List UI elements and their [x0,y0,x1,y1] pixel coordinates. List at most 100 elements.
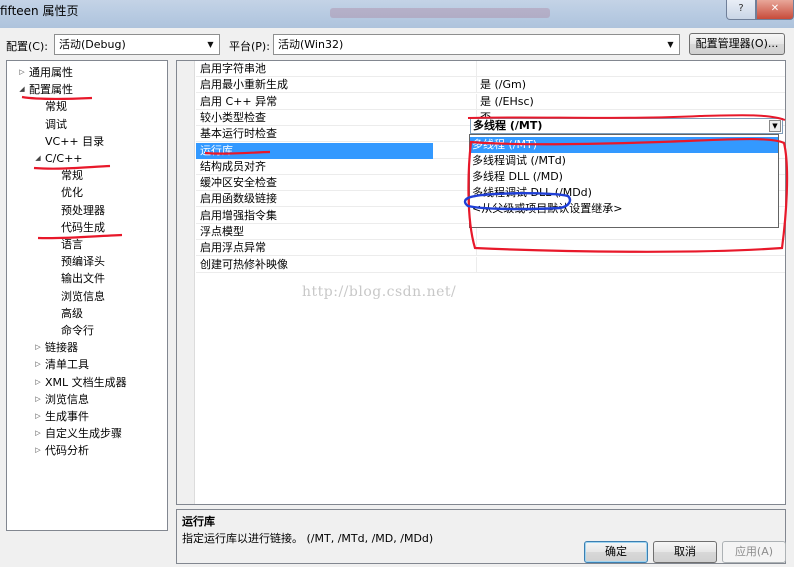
tree-item[interactable]: ▷ 清单工具 [35,356,89,373]
tree-item-label: 配置属性 [29,83,73,97]
dropdown-option[interactable]: <从父级或项目默认设置继承> [470,201,778,217]
config-value: 活动(Debug) [59,38,126,51]
property-tree[interactable]: ▷ 通用属性 ◢ 配置属性 常规 调试 VC++ 目录 ◢ C/C++ 常规 优化 预处理器 代码生成语… [6,60,168,531]
property-name: 启用浮点异常 [200,241,266,255]
tree-item-label: 生成事件 [45,410,89,423]
collapsed-arrow-icon[interactable]: ▷ [33,442,43,459]
collapsed-arrow-icon[interactable]: ▷ [33,425,43,442]
platform-label: 平台(P): [229,40,270,53]
apply-button[interactable]: 应用(A) [722,541,786,563]
property-dialog: 配置(C): 活动(Debug) ▼ 平台(P): 活动(Win32) ▼ 配置… [0,28,794,567]
dropdown-option[interactable]: 多线程 DLL (/MD) [470,169,778,185]
tree-item-label: 调试 [45,117,67,131]
property-value[interactable]: 是 (/EHsc) [476,93,784,110]
tree-item-label: 自定义生成步骤 [45,427,122,441]
dropdown-option[interactable]: 多线程 (/MT) [470,137,778,153]
platform-combo[interactable]: 活动(Win32) ▼ [273,34,680,55]
dropdown-option[interactable]: 多线程调试 DLL (/MDd) [470,185,778,201]
collapsed-arrow-icon[interactable]: ▷ [33,408,43,425]
tree-item[interactable]: ▷ 代码分析 [35,442,89,459]
tree-item-label: 优化 [61,186,83,200]
tree-item[interactable]: 预处理器 [61,202,105,219]
property-name: 启用增强指令集 [200,208,277,222]
tree-item[interactable]: ◢ C/C++ [35,150,83,167]
tree-item[interactable]: 浏览信息 [61,288,105,305]
expanded-arrow-icon[interactable]: ◢ [17,81,27,98]
property-value[interactable] [476,61,784,77]
property-value[interactable]: 是 (/Gm) [476,77,784,94]
tree-item[interactable]: ▷ 链接器 [35,339,78,356]
tree-item-label: 链接器 [45,341,78,355]
tree-item[interactable]: 优化 [61,184,83,201]
property-value[interactable] [476,256,784,273]
grid-gutter [177,61,195,504]
expanded-arrow-icon[interactable]: ◢ [33,150,43,167]
tree-item[interactable]: ▷ 生成事件 [35,408,89,425]
property-name: 启用 C++ 异常 [200,94,278,108]
config-label: 配置(C): [6,40,48,53]
tree-item-label: 常规 [45,100,67,114]
collapsed-arrow-icon[interactable]: ▷ [33,339,43,356]
ok-button[interactable]: 确定 [584,541,648,563]
tree-item-label: C/C++ [45,152,83,165]
tree-item-label: 代码分析 [45,444,89,458]
chevron-down-icon: ▼ [207,40,214,49]
help-button[interactable]: ? [726,0,756,20]
tree-item-label: 预编译头 [61,255,105,269]
title-blur [330,8,550,18]
property-value[interactable] [476,240,784,257]
tree-item-label: 代码生成 [61,220,105,234]
tree-item-label: 浏览信息 [45,392,89,406]
title-bar: fifteen 属性页 ? ✕ [0,0,794,28]
tree-item[interactable]: ▷ 通用属性 [19,64,73,81]
collapsed-arrow-icon[interactable]: ▷ [17,64,27,81]
tree-item[interactable]: 常规 [61,167,83,184]
property-name: 浮点模型 [200,225,244,238]
tree-item-label: 高级 [61,306,83,320]
property-name: 启用最小重新生成 [200,78,288,92]
config-manager-button[interactable]: 配置管理器(O)... [689,33,785,55]
property-name: 启用函数级链接 [200,192,277,206]
tree-item-label: VC++ 目录 [45,134,105,148]
tree-item[interactable]: VC++ 目录 [45,133,104,150]
property-name: 基本运行时检查 [200,127,277,141]
tree-item-label: 通用属性 [29,66,73,79]
tree-item-label: 命令行 [61,324,94,337]
collapsed-arrow-icon[interactable]: ▷ [33,391,43,408]
tree-item[interactable]: ▷ 浏览信息 [35,391,89,408]
property-row[interactable]: 启用浮点异常 [196,240,785,257]
description-text: 指定运行库以进行链接。 (/MT, /MTd, /MD, /MDd) [182,532,434,545]
property-row[interactable]: 启用字符串池 [196,61,785,77]
tree-item[interactable]: 常规 [45,98,67,115]
property-row[interactable]: 创建可热修补映像 [196,256,785,273]
property-name: 运行库 [196,142,433,159]
tree-item[interactable]: ▷ XML 文档生成器 [35,374,127,391]
tree-item[interactable]: ◢ 配置属性 [19,81,73,98]
chevron-down-icon: ▼ [667,40,674,49]
config-combo[interactable]: 活动(Debug) ▼ [54,34,220,55]
property-row[interactable]: 启用最小重新生成 是 (/Gm) [196,77,785,94]
cancel-button[interactable]: 取消 [653,541,717,563]
dropdown-option[interactable]: 多线程调试 (/MTd) [470,153,778,169]
tree-item[interactable]: 预编译头 [61,253,105,270]
runtime-library-combo[interactable]: 多线程 (/MT) ▼ [470,118,783,134]
tree-item[interactable]: 代码生成 [61,219,105,236]
tree-item-label: 常规 [61,169,83,183]
tree-item[interactable]: ▷ 自定义生成步骤 [35,425,122,442]
collapsed-arrow-icon[interactable]: ▷ [33,374,43,391]
tree-item-label: 预处理器 [61,203,105,217]
runtime-library-value: 多线程 (/MT) [473,119,543,132]
close-button[interactable]: ✕ [756,0,794,20]
tree-item[interactable]: 调试 [45,116,67,133]
tree-item[interactable]: 命令行 [61,322,94,339]
property-name: 结构成员对齐 [200,159,266,173]
tree-item[interactable]: 高级 [61,305,83,322]
tree-item-label: XML 文档生成器 [45,375,127,389]
tree-item-label: 语言 [61,238,83,251]
chevron-down-icon[interactable]: ▼ [769,120,781,132]
tree-item[interactable]: 输出文件 [61,270,105,287]
tree-item[interactable]: 语言 [61,236,83,253]
collapsed-arrow-icon[interactable]: ▷ [33,356,43,373]
property-row[interactable]: 启用 C++ 异常 是 (/EHsc) [196,93,785,110]
window-title: fifteen 属性页 [0,4,79,18]
